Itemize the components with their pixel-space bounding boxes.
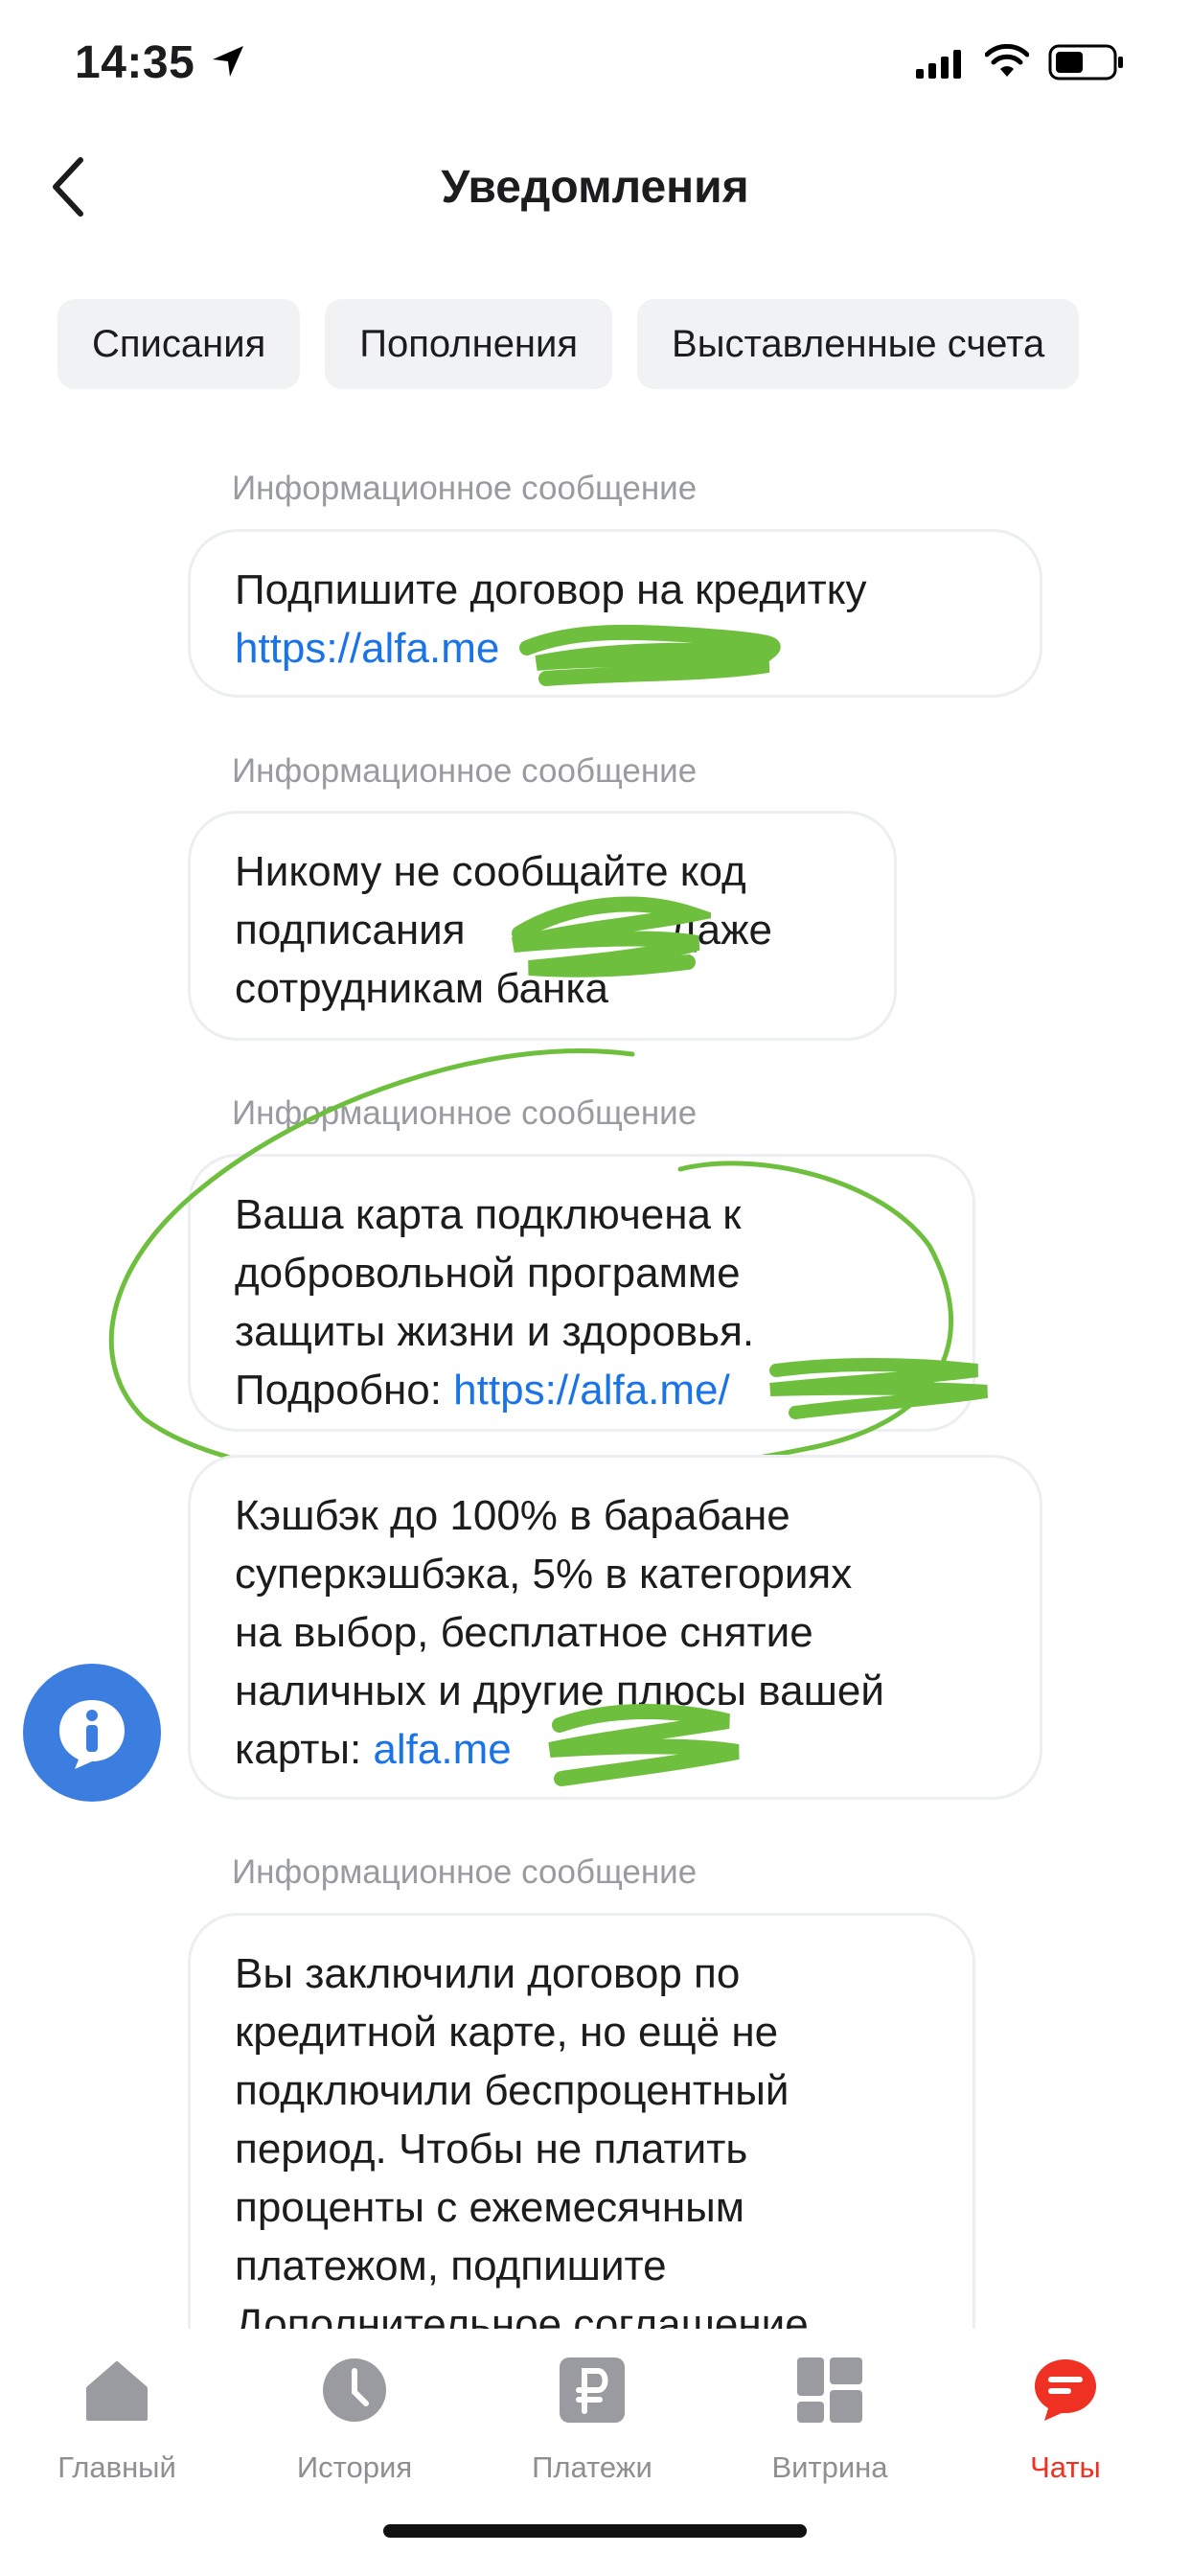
tab-label: Платежи	[532, 2450, 652, 2484]
message-text: проценты с ежемесячным	[235, 2184, 744, 2231]
message-text: подписания	[235, 907, 477, 954]
message-text: Вы заключили договор по	[235, 1950, 741, 1997]
chip-topups[interactable]: Пополнения	[325, 299, 613, 389]
tab-home[interactable]: Главный	[21, 2356, 213, 2485]
info-button[interactable]	[23, 1664, 161, 1802]
tab-label: Витрина	[771, 2450, 888, 2484]
message-link[interactable]: https://alfa.me	[235, 625, 499, 672]
message-text: суперкэшбэка, 5% в категориях	[235, 1551, 853, 1598]
grid-icon	[797, 2358, 862, 2423]
status-time: 14:35	[75, 37, 195, 88]
message-text: Ваша карта подключена к	[235, 1191, 742, 1238]
ruble-icon	[560, 2358, 625, 2423]
message-label: Информационное сообщение	[232, 470, 698, 507]
home-indicator	[383, 2524, 807, 2538]
message-text: добровольной программе	[235, 1250, 741, 1297]
message-text: Кэшбэк до 100% в барабане	[235, 1492, 790, 1539]
message-text: период. Чтобы не платить	[235, 2126, 748, 2173]
tab-chats[interactable]: Чаты	[970, 2356, 1161, 2485]
info-icon	[59, 1700, 125, 1769]
message-bubble[interactable]: Ваша карта подключена к добровольной про…	[188, 1154, 975, 1432]
message-bubble[interactable]: Никому не сообщайте код подписания Даже …	[188, 811, 897, 1041]
filter-chips: Списания Пополнения Выставленные счета	[57, 299, 1080, 389]
message-text: карты:	[235, 1726, 374, 1773]
message-text: Подпишите договор на кредитку	[235, 566, 867, 613]
wifi-icon	[985, 44, 1029, 77]
tab-label: Чаты	[1030, 2450, 1101, 2484]
message-text: наличных и другие плюсы вашей	[235, 1668, 884, 1714]
chat-icon	[1035, 2359, 1096, 2421]
location-arrow-icon	[213, 46, 243, 77]
clock-icon	[323, 2358, 386, 2422]
messages-feed[interactable]: Информационное сообщение Подпишите догов…	[0, 422, 1190, 2329]
chip-invoices[interactable]: Выставленные счета	[637, 299, 1080, 389]
tab-showcase[interactable]: Витрина	[734, 2356, 926, 2485]
tab-history[interactable]: История	[259, 2356, 450, 2485]
message-text: защиты жизни и здоровья.	[235, 1308, 755, 1355]
battery-icon	[1048, 44, 1123, 80]
message-text: Даже	[668, 907, 772, 954]
tab-payments[interactable]: Платежи	[496, 2356, 688, 2485]
message-text: платежом, подпишите	[235, 2242, 667, 2289]
message-text: кредитной карте, но ещё не	[235, 2009, 779, 2056]
home-icon	[86, 2361, 148, 2421]
message-text: Подробно:	[235, 1367, 454, 1414]
message-bubble[interactable]: Подпишите договор на кредитку https://al…	[188, 529, 1042, 698]
message-link[interactable]: https://alfa.me/	[453, 1367, 730, 1414]
tab-bar: Главный История Платежи Витрина Чаты	[0, 2329, 1190, 2576]
page-title: Уведомления	[441, 162, 749, 213]
message-label: Информационное сообщение	[232, 1094, 698, 1132]
status-bar: 14:35	[0, 0, 1190, 125]
message-bubble[interactable]: Вы заключили договор по кредитной карте,…	[188, 1913, 975, 2329]
tab-label: Главный	[57, 2450, 176, 2484]
message-text: сотрудникам банка	[235, 965, 609, 1012]
message-text: Дополнительное соглашение.	[235, 2301, 820, 2329]
message-text: на выбор, бесплатное снятие	[235, 1609, 813, 1656]
message-text: Никому не сообщайте код	[235, 848, 746, 895]
message-bubble[interactable]: Кэшбэк до 100% в барабане суперкэшбэка, …	[188, 1455, 1042, 1800]
chip-debits[interactable]: Списания	[57, 299, 301, 389]
message-label: Информационное сообщение	[232, 752, 698, 790]
tab-label: История	[296, 2450, 413, 2484]
cellular-signal-icon	[916, 50, 961, 79]
message-label: Информационное сообщение	[232, 1853, 698, 1891]
message-link[interactable]: alfa.me	[373, 1726, 511, 1773]
message-text: подключили беспроцентный	[235, 2067, 790, 2114]
